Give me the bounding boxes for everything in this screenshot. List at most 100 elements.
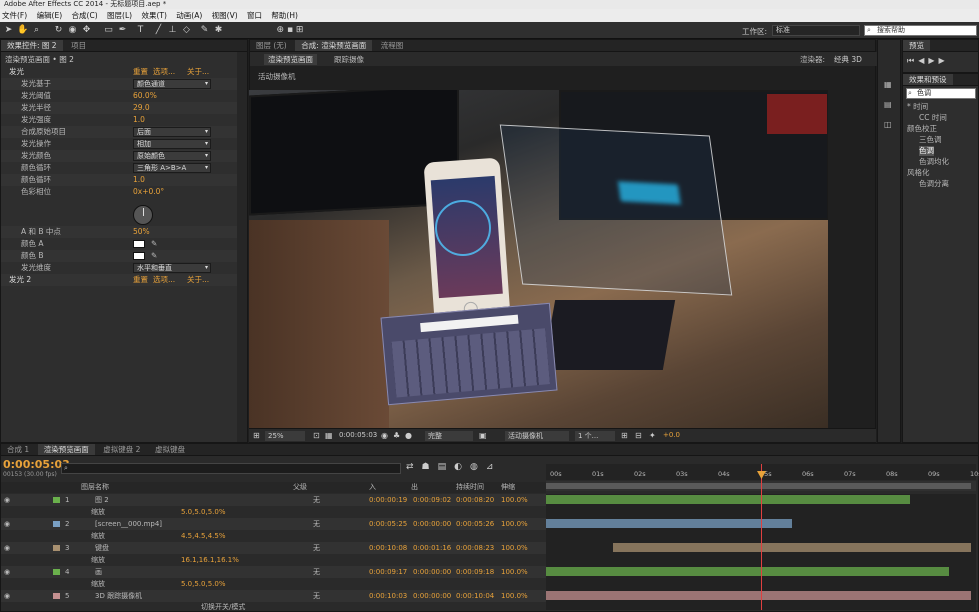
effects-tree-item[interactable]: CC 时间 bbox=[919, 113, 947, 123]
toggle-switches-modes[interactable]: 切换开关/模式 bbox=[201, 602, 245, 612]
effects-tree-item[interactable]: 三色调 bbox=[919, 135, 942, 145]
property-value[interactable]: 60.0% bbox=[133, 90, 157, 102]
menu-edit[interactable]: 编辑(E) bbox=[37, 11, 63, 20]
view-layout-select[interactable]: 1 个... bbox=[575, 431, 615, 441]
3d-view-select[interactable]: 活动摄像机 bbox=[505, 431, 569, 441]
effect-row[interactable]: 发光 2 重置 选项... 关于... bbox=[1, 274, 237, 286]
show-snapshot-icon[interactable]: ♣ bbox=[393, 431, 400, 440]
pen-tool-icon[interactable]: ✒ bbox=[117, 25, 128, 36]
layer-name[interactable]: 画 bbox=[95, 566, 102, 578]
property-dropdown[interactable]: 三角形 A>B>A bbox=[133, 163, 211, 173]
menu-composition[interactable]: 合成(C) bbox=[72, 11, 98, 20]
play-icon[interactable]: ▶ bbox=[928, 56, 938, 65]
reset-link[interactable]: 重置 bbox=[133, 274, 148, 286]
color-swatch[interactable] bbox=[133, 240, 145, 248]
layer-color-label[interactable] bbox=[53, 593, 60, 599]
layer-color-label[interactable] bbox=[53, 545, 60, 551]
type-tool-icon[interactable]: T bbox=[135, 25, 146, 36]
frame-blend-icon[interactable]: ▤ bbox=[438, 462, 455, 472]
property-dropdown[interactable]: 水平和垂直 bbox=[133, 263, 211, 273]
effect-row[interactable]: 颜色 A ✎ bbox=[1, 238, 237, 250]
layer-duration-bar[interactable] bbox=[546, 567, 950, 576]
layer-color-label[interactable] bbox=[53, 497, 60, 503]
pan-behind-tool-icon[interactable]: ✥ bbox=[81, 25, 92, 36]
layer-parent[interactable]: 无 bbox=[313, 518, 320, 530]
rectangle-tool-icon[interactable]: ▭ bbox=[103, 25, 114, 36]
property-dropdown[interactable]: 相加 bbox=[133, 139, 211, 149]
effect-row[interactable]: 发光半径 29.0 bbox=[1, 102, 237, 114]
effect-row[interactable]: 颜色 B ✎ bbox=[1, 250, 237, 262]
transparency-grid-icon[interactable]: ▦ bbox=[325, 431, 333, 440]
layer-property-row[interactable]: 缩放 5.0,5.0,5.0% bbox=[1, 578, 546, 590]
zoom-select[interactable]: 25% bbox=[265, 431, 305, 441]
effects-tree-item[interactable]: 颜色校正 bbox=[907, 124, 937, 134]
effects-tree-item[interactable]: 色调 bbox=[919, 146, 934, 156]
flowchart-icon[interactable]: ⊟ bbox=[635, 431, 642, 440]
visibility-eye-icon[interactable]: ◉ bbox=[4, 590, 10, 602]
layer-color-label[interactable] bbox=[53, 569, 60, 575]
selection-tool-icon[interactable]: ➤ bbox=[3, 25, 14, 36]
toolbar-icon-2[interactable]: ▤ bbox=[884, 100, 892, 109]
visibility-eye-icon[interactable]: ◉ bbox=[4, 518, 10, 530]
layer-parent[interactable]: 无 bbox=[313, 494, 320, 506]
camera-tool-icon[interactable]: ◉ bbox=[67, 25, 78, 36]
playhead[interactable] bbox=[761, 464, 762, 610]
graph-editor-icon[interactable]: ⊿ bbox=[486, 462, 502, 472]
effects-search-input[interactable]: ⌕ 色调 bbox=[906, 88, 976, 99]
tab-render-preview[interactable]: 渲染预览画面 bbox=[37, 444, 95, 455]
property-value[interactable]: 1.0 bbox=[133, 174, 145, 186]
layer-duration-bar[interactable] bbox=[546, 495, 910, 504]
effect-row[interactable]: 颜色循环 三角形 A>B>A bbox=[1, 162, 237, 174]
effect-row[interactable]: 颜色循环 1.0 bbox=[1, 174, 237, 186]
brush-tool-icon[interactable]: ╱ bbox=[153, 25, 164, 36]
layer-row[interactable]: ◉ 2 [screen__000.mp4] 无 0:00:05:25 0:00:00:00… bbox=[1, 518, 546, 530]
composition-canvas[interactable] bbox=[249, 90, 828, 428]
tab-effect-controls[interactable]: 效果控件: 图 2 bbox=[1, 40, 63, 51]
stamp-tool-icon[interactable]: ⊥ bbox=[167, 25, 178, 36]
current-time-display[interactable]: 0:00:05:03 bbox=[3, 458, 70, 471]
layer-property-row[interactable]: 缩放 5.0,5.0,5.0% bbox=[1, 506, 546, 518]
visibility-eye-icon[interactable]: ◉ bbox=[4, 566, 10, 578]
tab-layer[interactable]: 图层 (无) bbox=[250, 40, 293, 51]
tab-project[interactable]: 项目 bbox=[65, 40, 92, 51]
exposure-value[interactable]: +0.0 bbox=[663, 431, 680, 439]
tab-virtual-keyboard-2[interactable]: 虚拟键盘 2 bbox=[97, 444, 146, 455]
resolution-select[interactable]: 完整 bbox=[425, 431, 473, 441]
layer-duration-bar[interactable] bbox=[546, 519, 793, 528]
timeline-search-input[interactable]: ⌕ bbox=[61, 463, 401, 474]
options-link[interactable]: 选项... bbox=[153, 274, 175, 286]
property-value[interactable]: 16.1,16.1,16.1% bbox=[181, 554, 239, 566]
property-value[interactable]: 50% bbox=[133, 226, 150, 238]
tab-effects-presets[interactable]: 效果和预设 bbox=[903, 74, 953, 85]
rotate-tool-icon[interactable]: ↻ bbox=[53, 25, 64, 36]
effects-tree-item[interactable]: 风格化 bbox=[907, 168, 930, 178]
subtab-render-preview[interactable]: 渲染预览画面 bbox=[264, 54, 317, 65]
snapshot-icon[interactable]: ◉ bbox=[381, 431, 388, 440]
grid-icon[interactable]: ⊞ bbox=[253, 431, 260, 440]
renderer-value[interactable]: 经典 3D bbox=[834, 54, 862, 65]
next-frame-icon[interactable]: ▶ bbox=[939, 56, 949, 65]
layer-duration-bar[interactable] bbox=[613, 543, 971, 552]
property-value[interactable]: 0x+0.0° bbox=[133, 186, 164, 198]
layer-parent[interactable]: 无 bbox=[313, 590, 320, 602]
layer-row[interactable]: ◉ 5 3D 跟踪摄像机 无 0:00:10:03 0:00:00:00 0:00:10:0… bbox=[1, 590, 546, 602]
layer-name[interactable]: [screen__000.mp4] bbox=[95, 518, 162, 530]
effects-tree-item[interactable]: 色调均化 bbox=[919, 157, 949, 167]
tab-flowchart[interactable]: 流程图 bbox=[375, 40, 410, 51]
fast-preview-icon[interactable]: ▣ bbox=[479, 431, 487, 440]
reset-link[interactable]: 重置 bbox=[133, 66, 148, 78]
effect-row[interactable]: 合成原始项目 后面 bbox=[1, 126, 237, 138]
phase-knob[interactable] bbox=[133, 205, 153, 225]
layer-row[interactable]: ◉ 1 图 2 无 0:00:00:19 0:00:09:02 0:00:08:20 100.… bbox=[1, 494, 546, 506]
menu-view[interactable]: 视图(V) bbox=[212, 11, 238, 20]
property-value[interactable]: 5.0,5.0,5.0% bbox=[181, 578, 226, 590]
roto-brush-tool-icon[interactable]: ✎ bbox=[199, 25, 210, 36]
layer-name[interactable]: 3D 跟踪摄像机 bbox=[95, 590, 142, 602]
toggle-pixel-aspect-icon[interactable]: ⊞ bbox=[621, 431, 628, 440]
property-dropdown[interactable]: 颜色通道 bbox=[133, 79, 211, 89]
property-dropdown[interactable]: 原始颜色 bbox=[133, 151, 211, 161]
effect-row[interactable]: 发光基于 颜色通道 bbox=[1, 78, 237, 90]
toolbar-icon-3[interactable]: ◫ bbox=[884, 120, 892, 129]
prev-frame-icon[interactable]: ◀ bbox=[918, 56, 928, 65]
puppet-tool-icon[interactable]: ✱ bbox=[213, 25, 224, 36]
